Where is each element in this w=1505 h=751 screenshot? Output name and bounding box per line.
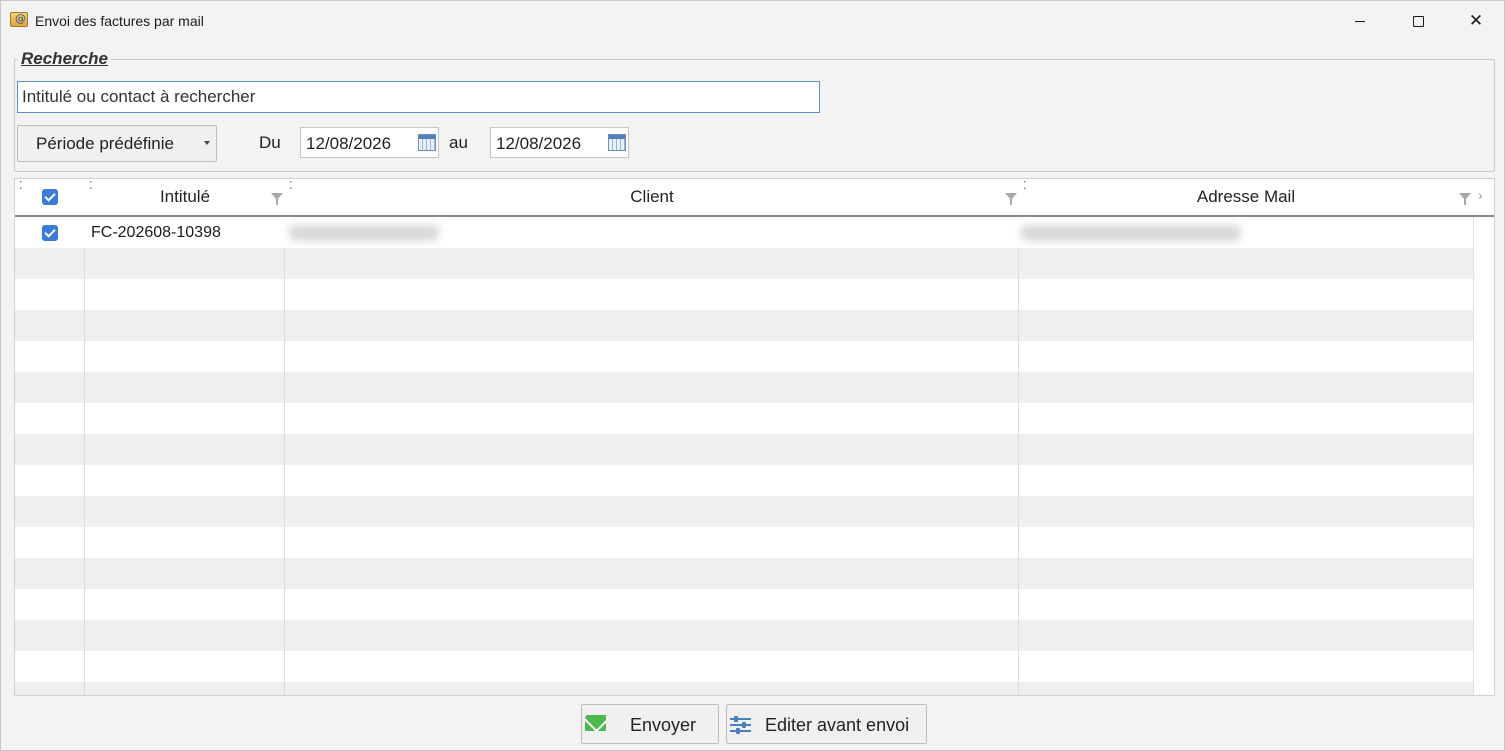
search-input[interactable]	[17, 81, 820, 113]
send-button[interactable]: Envoyer	[581, 704, 719, 744]
filter-icon[interactable]	[1005, 193, 1017, 205]
table-row	[15, 682, 1473, 695]
column-header-intitule[interactable]: Intitulé	[85, 179, 285, 215]
table-row	[15, 372, 1473, 403]
grid-header: ⁚ ⁚ Intitulé ⁚ Client ⁚ Adresse Mail ›	[15, 179, 1494, 217]
column-header-adresse-mail[interactable]: Adresse Mail	[1019, 179, 1473, 215]
row-intitule: FC-202608-10398	[91, 223, 221, 241]
redacted-client	[289, 224, 439, 241]
minimize-icon	[1355, 20, 1365, 22]
close-button[interactable]: ✕	[1447, 1, 1505, 41]
send-button-label: Envoyer	[630, 715, 697, 735]
sliders-icon	[730, 715, 751, 734]
table-row	[15, 651, 1473, 682]
table-row	[15, 558, 1473, 589]
column-header-label: Adresse Mail	[1196, 187, 1296, 206]
row-client-redacted	[285, 217, 1019, 248]
column-divider	[84, 248, 85, 695]
calendar-icon[interactable]	[608, 134, 626, 151]
to-date-value: 12/08/2026	[496, 134, 582, 153]
maximize-button[interactable]	[1389, 1, 1447, 41]
table-row	[15, 403, 1473, 434]
table-row	[15, 465, 1473, 496]
predefined-period-dropdown[interactable]: Période prédéfinie	[17, 125, 217, 162]
table-row	[15, 496, 1473, 527]
table-row	[15, 248, 1473, 279]
row-select-cell[interactable]	[15, 217, 85, 248]
minimize-button[interactable]	[1331, 1, 1389, 41]
edit-before-send-label: Editer avant envoi	[765, 715, 910, 735]
column-divider	[284, 248, 285, 695]
column-divider	[1018, 248, 1019, 695]
row-checkbox[interactable]	[42, 224, 58, 241]
table-row	[15, 279, 1473, 310]
column-header-label: Client	[630, 187, 674, 206]
from-date-label: Du	[259, 133, 281, 152]
vertical-scrollbar[interactable]	[1473, 217, 1494, 695]
envelope-icon	[585, 715, 606, 731]
table-row	[15, 589, 1473, 620]
invoice-grid: ⁚ ⁚ Intitulé ⁚ Client ⁚ Adresse Mail › F…	[14, 178, 1495, 696]
from-date-value: 12/08/2026	[306, 134, 392, 153]
header-select-all[interactable]	[15, 179, 85, 215]
to-date-field[interactable]: 12/08/2026	[490, 127, 629, 158]
row-mail-redacted	[1019, 217, 1473, 248]
title-bar: Envoi des factures par mail ✕	[1, 1, 1504, 41]
window-title: Envoi des factures par mail	[35, 13, 204, 29]
filter-icon[interactable]	[1459, 193, 1471, 205]
dropdown-caret-icon	[204, 141, 210, 145]
mail-app-icon	[10, 12, 28, 27]
select-all-checkbox[interactable]	[42, 189, 58, 205]
search-groupbox	[14, 59, 1495, 172]
close-icon: ✕	[1468, 10, 1484, 31]
maximize-icon	[1412, 15, 1424, 27]
invoice-mail-window: Envoi des factures par mail ✕ Recherche …	[0, 0, 1505, 751]
grid-rows: FC-202608-10398	[15, 217, 1473, 695]
predefined-period-label: Période prédéfinie	[36, 133, 174, 153]
chevron-right-icon[interactable]: ›	[1478, 187, 1483, 203]
from-date-field[interactable]: 12/08/2026	[300, 127, 439, 158]
search-group-legend: Recherche	[18, 49, 111, 69]
edit-before-send-button[interactable]: Editer avant envoi	[726, 704, 927, 744]
table-row	[15, 341, 1473, 372]
redacted-mail	[1021, 224, 1241, 241]
table-row	[15, 527, 1473, 558]
to-date-label: au	[449, 133, 468, 152]
column-header-client[interactable]: Client	[285, 179, 1019, 215]
table-row[interactable]: FC-202608-10398	[15, 217, 1473, 248]
table-row	[15, 620, 1473, 651]
column-header-label: Intitulé	[159, 187, 211, 206]
filter-icon[interactable]	[271, 193, 283, 205]
calendar-icon[interactable]	[418, 134, 436, 151]
table-row	[15, 310, 1473, 341]
table-row	[15, 434, 1473, 465]
